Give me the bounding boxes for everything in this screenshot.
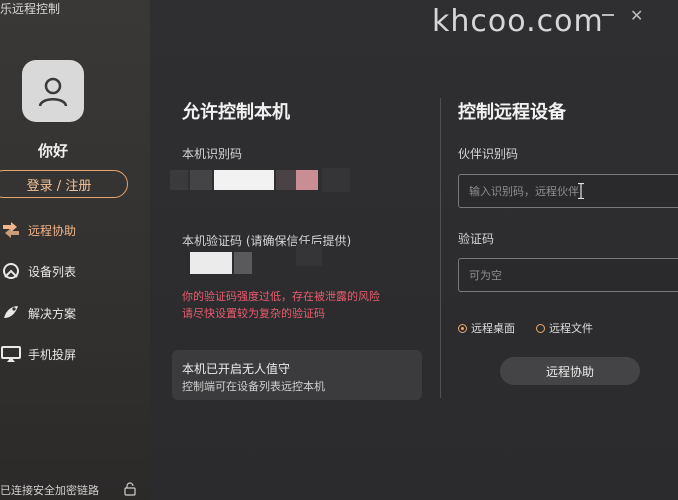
window-title: 乐远程控制 — [0, 2, 61, 16]
remote-assist-button[interactable]: 远程协助 — [500, 357, 640, 385]
lock-icon — [124, 482, 136, 496]
section-divider — [440, 98, 441, 398]
allow-control-title: 允许控制本机 — [182, 102, 290, 123]
sidebar-item-label: 解决方案 — [28, 306, 77, 321]
app-window: 乐远程控制 你好 登录 / 注册 远程协助 设备列表 解决方案 手机投屏 已连接… — [0, 0, 678, 500]
remote-assist-icon — [0, 219, 22, 241]
verify-code-input[interactable]: 可为空 — [458, 258, 678, 292]
radio-unselected-icon — [536, 323, 545, 333]
radio-remote-file[interactable]: 远程文件 — [536, 320, 593, 336]
close-icon[interactable]: ✕ — [630, 6, 643, 25]
greeting: 你好 — [38, 142, 69, 160]
radio-remote-desktop[interactable]: 远程桌面 — [458, 320, 515, 336]
local-code-label: 本机验证码 (请确保信任后提供) — [182, 234, 352, 248]
text-cursor-icon — [578, 183, 584, 199]
partner-id-input[interactable]: 输入识别码，远程伙伴 — [458, 174, 678, 208]
sidebar-item-label: 远程协助 — [28, 223, 77, 238]
sidebar: 乐远程控制 你好 登录 / 注册 远程协助 设备列表 解决方案 手机投屏 已连接… — [0, 0, 150, 500]
sidebar-item-screen-cast[interactable]: 手机投屏 — [0, 341, 140, 367]
main-panel: khcoo.com ✕ 允许控制本机 本机识别码 本机验证码 (请确保信任后提供… — [150, 0, 678, 500]
control-remote-title: 控制远程设备 — [458, 102, 566, 123]
minimize-icon[interactable] — [602, 14, 614, 16]
solution-icon — [0, 302, 22, 324]
unattended-card[interactable]: 本机已开启无人值守 控制端可在设备列表远控本机 — [172, 350, 422, 400]
sidebar-item-label: 手机投屏 — [28, 347, 77, 362]
sidebar-item-solution[interactable]: 解决方案 — [0, 300, 140, 326]
code-warning: 你的验证码强度过低，存在被泄露的风险 请尽快设置较为复杂的验证码 — [182, 290, 380, 320]
watermark: khcoo.com — [432, 4, 604, 39]
screen-cast-icon — [0, 343, 22, 365]
avatar[interactable] — [22, 60, 84, 122]
user-icon — [38, 77, 68, 107]
sidebar-item-remote-assist[interactable]: 远程协助 — [0, 217, 140, 243]
device-list-icon — [0, 260, 22, 282]
verify-code-label: 验证码 — [458, 232, 495, 246]
partner-id-label: 伙伴识别码 — [458, 147, 519, 161]
radio-selected-icon — [458, 323, 467, 333]
unattended-title: 本机已开启无人值守 — [182, 362, 291, 376]
sidebar-item-label: 设备列表 — [28, 264, 77, 279]
sidebar-item-device-list[interactable]: 设备列表 — [0, 258, 140, 284]
unattended-description: 控制端可在设备列表远控本机 — [182, 380, 325, 393]
local-id-label: 本机识别码 — [182, 147, 243, 161]
connection-status: 已连接安全加密链路 — [0, 484, 99, 497]
login-button[interactable]: 登录 / 注册 — [0, 170, 128, 198]
